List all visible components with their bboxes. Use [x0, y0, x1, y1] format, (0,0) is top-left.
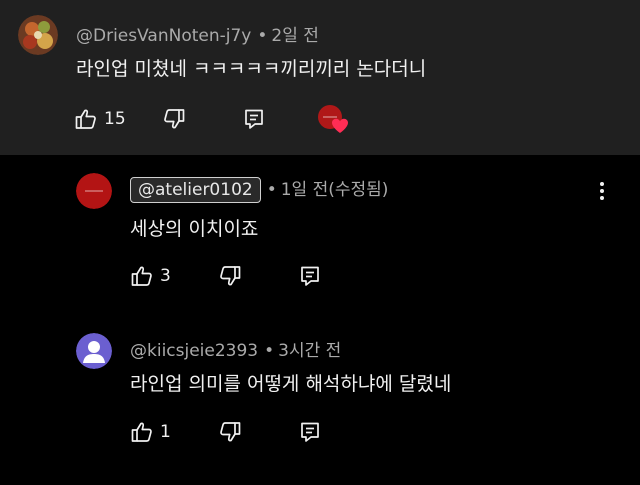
thumbs-up-icon [130, 264, 154, 288]
dislike-button[interactable] [218, 261, 242, 291]
thumbs-up-icon [74, 107, 98, 131]
top-comment-avatar[interactable] [18, 15, 58, 55]
reply-meta: @atelier0102 • 1일 전(수정됨) [130, 175, 388, 203]
reply-meta: @kiicsjeie2393 • 3시간 전 [130, 336, 341, 361]
creator-heart-badge [316, 104, 352, 134]
reply-text: 라인업 의미를 어떻게 해석하냐에 달렸네 [130, 373, 452, 395]
reply-author: @atelier0102 [138, 180, 253, 200]
meta-dot: • [257, 26, 268, 46]
reply-comment: @kiicsjeie2393 • 3시간 전 라인업 의미를 어떻게 해석하냐에 달… [0, 320, 640, 485]
dislike-button[interactable] [162, 104, 186, 134]
creator-heart-icon [316, 104, 352, 134]
more-options-button[interactable] [594, 179, 610, 203]
like-count: 15 [104, 109, 126, 129]
reply-avatar[interactable] [76, 173, 112, 209]
top-comment-meta: @DriesVanNoten-j7y • 2일 전 [76, 21, 319, 46]
like-count: 3 [160, 266, 171, 286]
like-button[interactable]: 15 [74, 104, 126, 134]
like-button[interactable]: 1 [130, 417, 171, 447]
top-comment-text: 라인업 미쳤네 ㅋㅋㅋㅋㅋ끼리끼리 논다더니 [76, 58, 427, 80]
reply-comment: @atelier0102 • 1일 전(수정됨) 세상의 이치이죠 3 [0, 155, 640, 320]
reply-comment-icon [242, 107, 266, 131]
thumbs-down-icon [218, 420, 242, 444]
top-comment-actions: 15 [74, 104, 374, 134]
reply-button[interactable] [298, 417, 322, 447]
thumbs-down-icon [218, 264, 242, 288]
like-button[interactable]: 3 [130, 261, 171, 291]
meta-dot: • [266, 180, 277, 200]
reply-avatar[interactable] [76, 333, 112, 369]
dislike-button[interactable] [218, 417, 242, 447]
top-comment-author[interactable]: @DriesVanNoten-j7y [76, 26, 251, 46]
reply-comment-icon [298, 264, 322, 288]
thumbs-up-icon [130, 420, 154, 444]
reply-button[interactable] [298, 261, 322, 291]
like-count: 1 [160, 422, 171, 442]
reply-text: 세상의 이치이죠 [130, 218, 259, 240]
reply-actions: 1 [130, 417, 350, 447]
reply-time: 1일 전(수정됨) [280, 180, 389, 200]
kebab-icon [594, 182, 610, 207]
reply-author[interactable]: @kiicsjeie2393 [130, 341, 258, 361]
top-comment: @DriesVanNoten-j7y • 2일 전 라인업 미쳤네 ㅋㅋㅋㅋㅋ끼리끼… [0, 0, 640, 155]
default-user-icon [76, 333, 112, 369]
top-comment-time: 2일 전 [271, 26, 319, 46]
reply-comment-icon [298, 420, 322, 444]
reply-button[interactable] [242, 104, 266, 134]
channel-owner-badge[interactable]: @atelier0102 [130, 177, 261, 203]
reply-time: 3시간 전 [278, 341, 342, 361]
thumbs-down-icon [162, 107, 186, 131]
meta-dot: • [264, 341, 275, 361]
reply-actions: 3 [130, 261, 350, 291]
